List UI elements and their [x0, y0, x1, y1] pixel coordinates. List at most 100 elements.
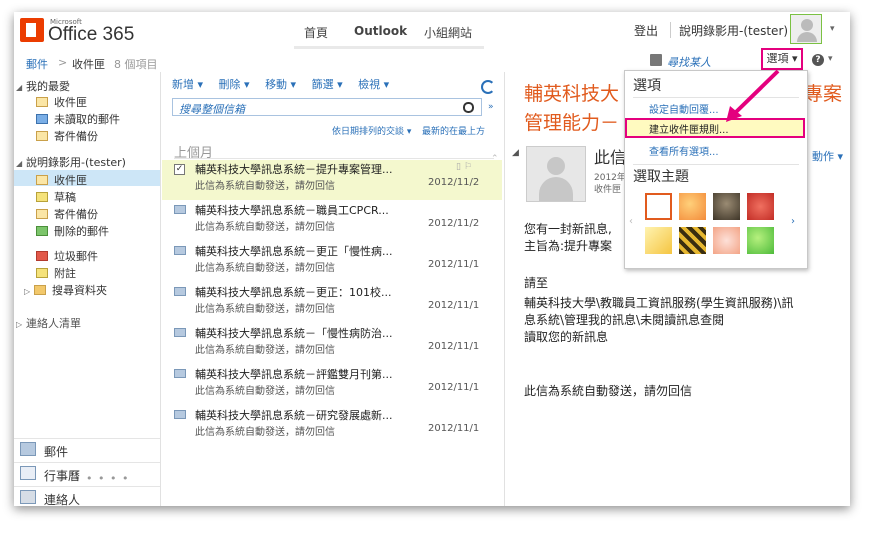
new-button[interactable]: 新增 ▾: [172, 78, 203, 91]
list-item[interactable]: 輔英科技大學訊息系統－研究發展處新... 此信為系統自動發送，請勿回信 2012/1…: [162, 406, 502, 446]
menu-item-all-options[interactable]: 查看所有選項...: [649, 143, 719, 158]
user-name[interactable]: 說明錄影用-(tester): [679, 22, 788, 39]
sidebar-item-fav-unread[interactable]: 未讀取的郵件: [36, 111, 120, 127]
message-subject: 輔英科技大學訊息系統－研究發展處新...: [195, 409, 393, 422]
nav-team-site[interactable]: 小組網站: [424, 24, 472, 41]
search-input[interactable]: 搜尋整個信箱: [172, 98, 482, 116]
theme-swatch-pink-sketch[interactable]: [713, 227, 740, 254]
list-item[interactable]: 輔英科技大學訊息系統－更正：101校... 此信為系統自動發送，請勿回信 2012/…: [162, 283, 502, 323]
message-preview: 此信為系統自動發送，請勿回信: [195, 427, 335, 438]
options-label: 選項: [766, 52, 789, 65]
envelope-icon: [174, 369, 186, 378]
message-date: 2012/11/1: [428, 341, 480, 352]
message-preview: 此信為系統自動發送，請勿回信: [195, 386, 335, 397]
divider: [633, 164, 799, 165]
list-item[interactable]: 輔英科技大學訊息系統－更正「慢性病... 此信為系統自動發送，請勿回信 2012/1…: [162, 242, 502, 282]
chevron-down-icon[interactable]: ▾: [830, 24, 835, 34]
favorites-label: 我的最愛: [26, 80, 70, 93]
breadcrumb-mail[interactable]: 郵件: [26, 56, 48, 72]
sidebar-item-search-folders[interactable]: ▷ 搜尋資料夾: [24, 282, 107, 298]
theme-header: 選取主題: [633, 169, 689, 185]
theme-swatch-red-fruit[interactable]: [747, 193, 774, 220]
message-title-line1-tail: 專案: [804, 83, 843, 105]
pane-divider[interactable]: [504, 72, 505, 506]
signout-link[interactable]: 登出: [634, 22, 658, 39]
top-bar: Microsoft Office 365 首頁 Outlook 小組網站 登出 …: [14, 12, 850, 52]
list-item[interactable]: 輔英科技大學訊息系統－評鑑雙月刊第... 此信為系統自動發送，請勿回信 2012/1…: [162, 365, 502, 405]
theme-swatch-orange-frame[interactable]: [645, 193, 672, 220]
sidebar-item-label: 附註: [54, 267, 76, 280]
body-line: 您有一封新訊息,: [524, 222, 612, 236]
account-header[interactable]: ◢ 說明錄影用-(tester): [16, 154, 126, 170]
drafts-icon: [36, 192, 48, 202]
address-book-icon[interactable]: [650, 54, 662, 66]
chevron-down-icon[interactable]: ▾: [828, 54, 833, 64]
expand-triangle-icon[interactable]: ▷: [16, 320, 26, 329]
theme-swatch-orange-blob[interactable]: [679, 193, 706, 220]
nav-home[interactable]: 首頁: [304, 24, 328, 41]
message-subject: 輔英科技大學訊息系統－評鑑雙月刊第...: [195, 368, 393, 381]
view-button[interactable]: 檢視 ▾: [358, 78, 389, 91]
breadcrumb-folder: 收件匣: [72, 58, 105, 71]
double-chevron-down-icon[interactable]: »: [488, 102, 494, 112]
sidebar-item-label: 草稿: [54, 191, 76, 204]
avatar[interactable]: [790, 14, 822, 44]
theme-swatch-green-blob[interactable]: [747, 227, 774, 254]
message-date: 2012/11/2: [428, 177, 480, 188]
menu-item-auto-reply[interactable]: 設定自動回覆...: [649, 101, 719, 116]
sender-name[interactable]: 此信: [594, 144, 626, 168]
sidebar-item-drafts[interactable]: 草稿: [36, 189, 76, 205]
sidebar-item-contacts-list[interactable]: ▷ 連絡人清單: [16, 315, 81, 331]
bottom-nav-mail[interactable]: 郵件: [14, 438, 160, 461]
list-item[interactable]: 輔英科技大學訊息系統－「慢性病防治... 此信為系統自動發送，請勿回信 2012/1…: [162, 324, 502, 364]
sort-order-link[interactable]: 最新的在最上方: [422, 124, 485, 137]
find-someone-link[interactable]: 尋找某人: [667, 54, 711, 70]
bottom-nav-contacts[interactable]: 連絡人: [14, 486, 160, 506]
sidebar-item-fav-sent[interactable]: 寄件備份: [36, 128, 98, 144]
sidebar-item-deleted[interactable]: 刪除的郵件: [36, 223, 109, 239]
envelope-icon: [174, 287, 186, 296]
refresh-icon[interactable]: [481, 80, 495, 94]
body-line: 息系統\管理我的訊息\未閱讀訊息查閱: [524, 313, 725, 327]
collapse-triangle-icon[interactable]: ◢: [512, 148, 519, 158]
collapse-triangle-icon[interactable]: ◢: [16, 159, 26, 168]
sidebar-item-junk[interactable]: 垃圾郵件: [36, 248, 98, 264]
body-line: 主旨為:提升專案: [524, 239, 613, 253]
notes-icon: [36, 268, 48, 278]
sidebar-item-sent[interactable]: 寄件備份: [36, 206, 98, 222]
collapse-triangle-icon[interactable]: ◢: [16, 83, 26, 92]
flag-icon[interactable]: ▯ ⚐: [456, 162, 472, 172]
sidebar-item-label: 刪除的郵件: [54, 225, 109, 238]
search-icon[interactable]: [463, 102, 474, 113]
chevron-down-icon: ▾: [791, 52, 798, 65]
actions-dropdown[interactable]: 動作 ▾: [812, 148, 843, 164]
office-logo-icon[interactable]: [20, 18, 44, 42]
sidebar-item-label: 收件匣: [54, 174, 87, 187]
list-item[interactable]: 輔英科技大學訊息系統－職員工CPCR... 此信為系統自動發送，請勿回信 2012/…: [162, 201, 502, 241]
sidebar-item-inbox[interactable]: 收件匣: [36, 172, 87, 188]
checkbox[interactable]: ✓: [174, 164, 185, 175]
expand-triangle-icon[interactable]: ▷: [24, 287, 34, 296]
chevron-right-icon[interactable]: ›: [791, 216, 795, 227]
delete-button[interactable]: 刪除 ▾: [219, 78, 250, 91]
sidebar-item-notes[interactable]: 附註: [36, 265, 76, 281]
chevron-left-icon[interactable]: ‹: [629, 216, 633, 227]
sidebar-item-fav-inbox[interactable]: 收件匣: [36, 94, 87, 110]
move-button[interactable]: 移動 ▾: [265, 78, 296, 91]
filter-button[interactable]: 篩選 ▾: [312, 78, 343, 91]
junk-mail-icon: [36, 251, 48, 261]
theme-swatch-yellow-gradient[interactable]: [645, 227, 672, 254]
body-line: 此信為系統自動發送，請勿回信: [524, 384, 693, 398]
favorites-header[interactable]: ◢ 我的最愛: [16, 78, 70, 94]
bottom-nav-calendar[interactable]: 行事曆: [14, 462, 160, 485]
message-title-line1: 輔英科技大: [524, 83, 620, 105]
inbox-icon: [36, 97, 48, 107]
options-button[interactable]: 選項 ▾: [761, 48, 803, 70]
sort-by-dropdown[interactable]: 依日期排列的交談 ▾: [332, 124, 411, 137]
help-icon[interactable]: ?: [812, 54, 824, 66]
nav-outlook[interactable]: Outlook: [354, 24, 407, 38]
list-item[interactable]: ✓ ▯ ⚐ 輔英科技大學訊息系統－提升專案管理... 此信為系統自動發送，請勿回信 20…: [162, 160, 502, 200]
theme-swatch-dark-stripe[interactable]: [679, 227, 706, 254]
theme-swatch-robot[interactable]: [713, 193, 740, 220]
menu-item-inbox-rules[interactable]: 建立收件匣規則...: [649, 121, 729, 136]
